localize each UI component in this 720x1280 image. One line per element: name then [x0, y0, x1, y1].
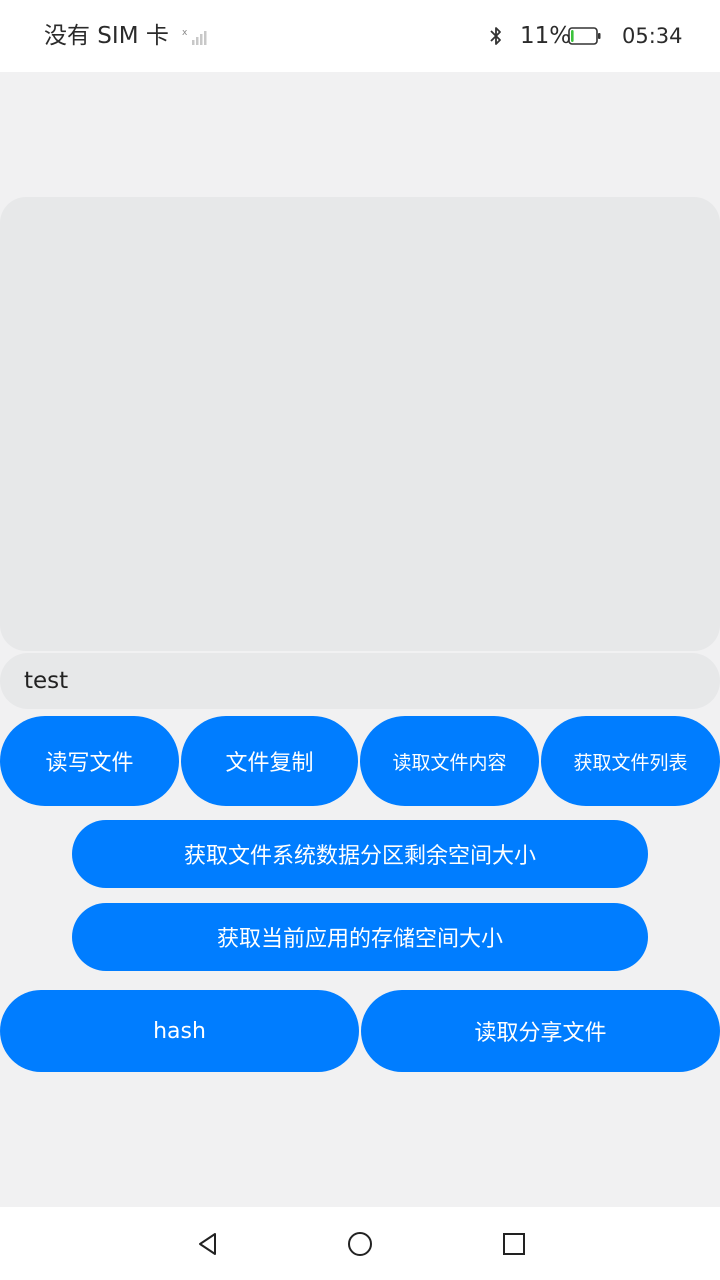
battery-percent: 11% — [520, 23, 572, 49]
read-shared-file-button[interactable]: 读取分享文件 — [361, 990, 720, 1072]
svg-text:x: x — [182, 28, 188, 38]
signal-icon: x — [182, 28, 207, 45]
clock: 05:34 — [622, 24, 683, 48]
bluetooth-icon — [490, 27, 501, 45]
text-input[interactable]: test — [0, 653, 720, 709]
get-free-space-button[interactable]: 获取文件系统数据分区剩余空间大小 — [72, 820, 648, 888]
text-input-value: test — [24, 668, 69, 694]
read-file-content-button[interactable]: 读取文件内容 — [360, 716, 539, 806]
get-app-storage-button[interactable]: 获取当前应用的存储空间大小 — [72, 903, 648, 971]
navigation-bar — [0, 1207, 720, 1280]
back-icon[interactable] — [193, 1229, 223, 1259]
home-icon[interactable] — [345, 1229, 375, 1259]
battery-icon — [568, 27, 601, 45]
hash-button[interactable]: hash — [0, 990, 359, 1072]
recent-apps-icon[interactable] — [499, 1229, 529, 1259]
copy-file-button[interactable]: 文件复制 — [181, 716, 358, 806]
get-file-list-button[interactable]: 获取文件列表 — [541, 716, 720, 806]
carrier-label: 没有 SIM 卡 — [44, 23, 169, 49]
read-write-file-button[interactable]: 读写文件 — [0, 716, 179, 806]
status-bar: 没有 SIM 卡 x 11% 05:34 — [0, 0, 720, 72]
output-panel — [0, 197, 720, 651]
